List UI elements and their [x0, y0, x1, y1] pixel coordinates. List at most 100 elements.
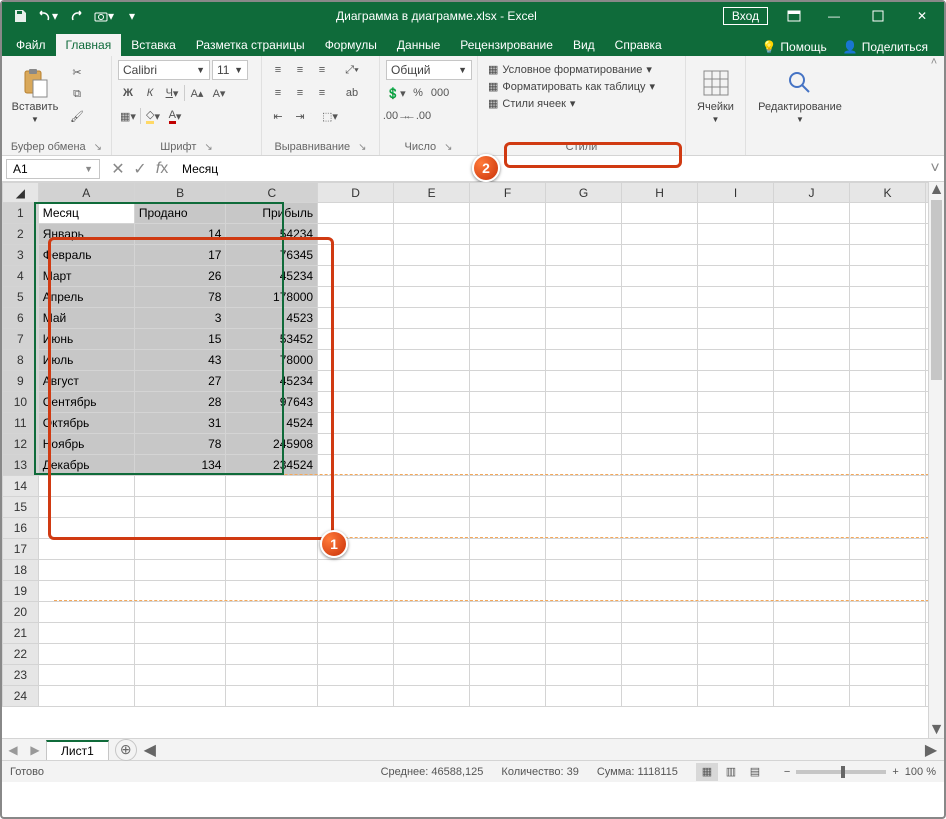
cell[interactable]: [698, 308, 774, 329]
cell[interactable]: [394, 308, 470, 329]
cell[interactable]: [849, 434, 925, 455]
cell[interactable]: [546, 392, 622, 413]
cell[interactable]: [622, 413, 698, 434]
cell[interactable]: [849, 287, 925, 308]
cell[interactable]: [774, 581, 850, 602]
table-row[interactable]: 24: [3, 686, 945, 707]
cell[interactable]: [849, 455, 925, 476]
cell[interactable]: [226, 539, 318, 560]
cell[interactable]: [698, 644, 774, 665]
cell[interactable]: [226, 665, 318, 686]
row-header[interactable]: 18: [3, 560, 39, 581]
cell[interactable]: [774, 644, 850, 665]
row-header[interactable]: 12: [3, 434, 39, 455]
cell[interactable]: [849, 245, 925, 266]
row-header[interactable]: 9: [3, 371, 39, 392]
cell[interactable]: [394, 287, 470, 308]
fx-icon[interactable]: fx: [152, 159, 172, 179]
new-sheet-button[interactable]: ⊕: [115, 739, 137, 761]
fill-color-button[interactable]: ◇▾: [143, 106, 163, 126]
cell[interactable]: [318, 644, 394, 665]
cell[interactable]: [470, 455, 546, 476]
cell[interactable]: [774, 413, 850, 434]
cell[interactable]: [622, 203, 698, 224]
row-header[interactable]: 11: [3, 413, 39, 434]
cell[interactable]: Июнь: [38, 329, 134, 350]
clipboard-launcher-icon[interactable]: ↘: [90, 142, 102, 153]
copy-icon[interactable]: ⧉: [66, 84, 88, 104]
cell[interactable]: [38, 665, 134, 686]
cell[interactable]: [134, 581, 226, 602]
cell[interactable]: [698, 686, 774, 707]
table-row[interactable]: 13 Декабрь 134 234524: [3, 455, 945, 476]
cell[interactable]: [38, 602, 134, 623]
cell[interactable]: 53452: [226, 329, 318, 350]
table-row[interactable]: 9 Август 27 45234: [3, 371, 945, 392]
table-row[interactable]: 3 Февраль 17 76345: [3, 245, 945, 266]
number-launcher-icon[interactable]: ↘: [440, 142, 452, 153]
row-header[interactable]: 6: [3, 308, 39, 329]
align-middle-button[interactable]: ≡: [290, 60, 310, 80]
row-header[interactable]: 13: [3, 455, 39, 476]
cell[interactable]: Декабрь: [38, 455, 134, 476]
cell[interactable]: 27: [134, 371, 226, 392]
cell[interactable]: [698, 665, 774, 686]
align-top-button[interactable]: ≡: [268, 60, 288, 80]
cancel-formula-icon[interactable]: ✕: [108, 159, 128, 179]
cell[interactable]: [318, 413, 394, 434]
cell[interactable]: [226, 602, 318, 623]
cell[interactable]: [470, 329, 546, 350]
cells-button[interactable]: Ячейки ▼: [692, 60, 739, 130]
cell[interactable]: [849, 203, 925, 224]
cell[interactable]: [470, 245, 546, 266]
table-row[interactable]: 5 Апрель 78 178000: [3, 287, 945, 308]
sheet-tab-active[interactable]: Лист1: [46, 740, 109, 760]
row-header[interactable]: 20: [3, 602, 39, 623]
col-header-A[interactable]: A: [38, 183, 134, 203]
number-format-combo[interactable]: Общий▼: [386, 60, 472, 80]
undo-icon[interactable]: ▾: [36, 5, 60, 27]
cell[interactable]: [318, 455, 394, 476]
cell[interactable]: [849, 224, 925, 245]
paste-button[interactable]: Вставить ▼: [8, 60, 62, 130]
cell[interactable]: [318, 581, 394, 602]
cell[interactable]: [622, 371, 698, 392]
zoom-out-button[interactable]: −: [784, 766, 790, 778]
cell[interactable]: [226, 644, 318, 665]
cell[interactable]: [546, 371, 622, 392]
cell[interactable]: [318, 497, 394, 518]
cell[interactable]: [849, 497, 925, 518]
align-bottom-button[interactable]: ≡: [312, 60, 332, 80]
cell[interactable]: [394, 476, 470, 497]
col-header-C[interactable]: C: [226, 183, 318, 203]
cell[interactable]: [38, 518, 134, 539]
cell[interactable]: [38, 623, 134, 644]
maximize-button[interactable]: [856, 2, 900, 30]
cell[interactable]: [698, 476, 774, 497]
cell[interactable]: [394, 665, 470, 686]
cell[interactable]: [318, 245, 394, 266]
cell[interactable]: [849, 476, 925, 497]
cell[interactable]: 54234: [226, 224, 318, 245]
page-break-view-button[interactable]: ▤: [744, 763, 766, 781]
cell[interactable]: [226, 581, 318, 602]
enter-formula-icon[interactable]: ✓: [130, 159, 150, 179]
cell[interactable]: [774, 308, 850, 329]
cell[interactable]: [394, 245, 470, 266]
cell[interactable]: Февраль: [38, 245, 134, 266]
align-left-button[interactable]: ≡: [268, 83, 288, 103]
cell[interactable]: [849, 623, 925, 644]
cell[interactable]: [470, 287, 546, 308]
cell[interactable]: [546, 665, 622, 686]
col-header-K[interactable]: K: [849, 183, 925, 203]
cell[interactable]: [546, 497, 622, 518]
col-header-B[interactable]: B: [134, 183, 226, 203]
cell[interactable]: [394, 518, 470, 539]
row-header[interactable]: 19: [3, 581, 39, 602]
cell[interactable]: [226, 497, 318, 518]
cell[interactable]: 134: [134, 455, 226, 476]
row-header[interactable]: 24: [3, 686, 39, 707]
bold-button[interactable]: Ж: [118, 83, 138, 103]
cell[interactable]: [38, 581, 134, 602]
cell[interactable]: 28: [134, 392, 226, 413]
